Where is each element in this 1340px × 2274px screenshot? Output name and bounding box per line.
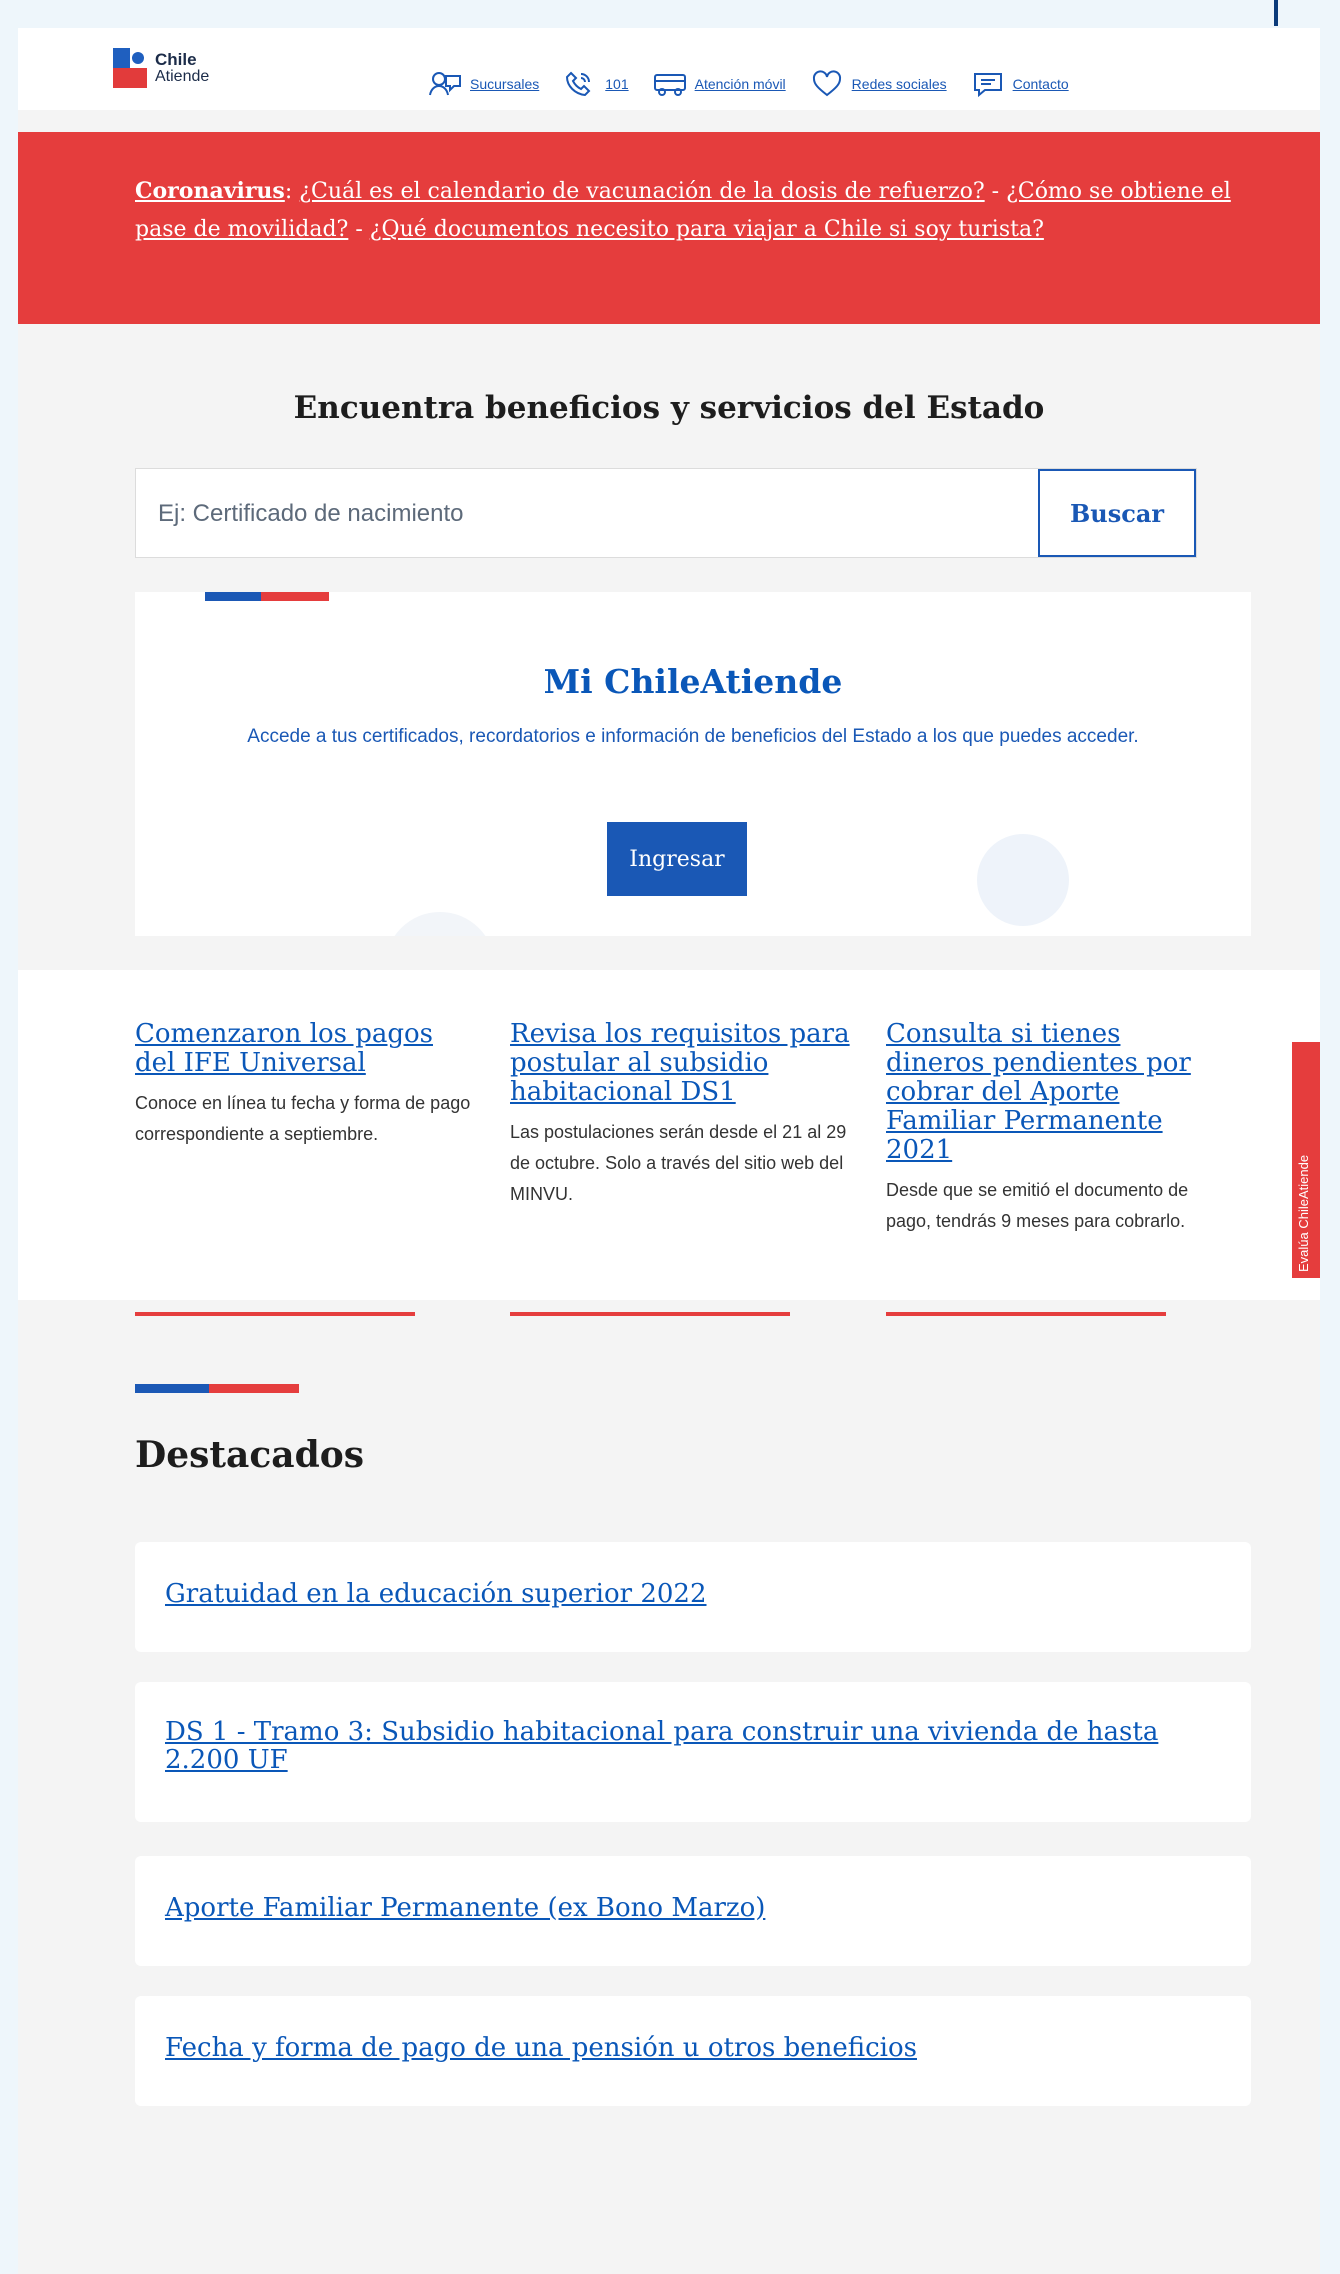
top-strip bbox=[18, 0, 1320, 28]
ingresar-button[interactable]: Ingresar bbox=[607, 822, 747, 896]
alert-colon: : bbox=[284, 179, 300, 204]
site-header: Chile Atiende Sucursales 101 Atención mó… bbox=[18, 0, 1320, 110]
alert-link-vacunacion[interactable]: ¿Cuál es el calendario de vacunación de … bbox=[299, 179, 984, 204]
news-description: Las postulaciones serán desde el 21 al 2… bbox=[510, 1122, 847, 1204]
search-form: Buscar bbox=[135, 468, 1197, 559]
news-description: Conoce en línea tu fecha y forma de pago… bbox=[135, 1093, 471, 1144]
news-item: Comenzaron los pagos del IFE Universal C… bbox=[135, 1020, 475, 1150]
destacado-link[interactable]: DS 1 - Tramo 3: Subsidio habitacional pa… bbox=[165, 1718, 1205, 1774]
alert-text: Coronavirus: ¿Cuál es el calendario de v… bbox=[135, 172, 1275, 249]
nav-item-contacto[interactable]: Contacto bbox=[971, 70, 1069, 98]
flag-accent-bar bbox=[135, 1384, 299, 1393]
news-item: Consulta si tienes dineros pendientes po… bbox=[886, 1020, 1226, 1237]
feedback-tab-label: Evalúa ChileAtiende bbox=[1296, 1154, 1311, 1272]
logo-line-2: Atiende bbox=[155, 68, 210, 85]
destacado-link[interactable]: Gratuidad en la educación superior 2022 bbox=[165, 1580, 1205, 1608]
nav-link-contacto[interactable]: Contacto bbox=[1013, 76, 1069, 92]
logo-line-1: Chile bbox=[155, 50, 197, 69]
news-title[interactable]: Revisa los requisitos para postular al s… bbox=[510, 1020, 870, 1107]
mi-chileatiende-card: Mi ChileAtiende Accede a tus certificado… bbox=[135, 592, 1251, 936]
news-title[interactable]: Consulta si tienes dineros pendientes po… bbox=[886, 1020, 1226, 1165]
search-input[interactable] bbox=[136, 469, 1040, 559]
heart-icon bbox=[812, 70, 841, 97]
phone-icon bbox=[566, 71, 591, 97]
nav-item-redes-sociales[interactable]: Redes sociales bbox=[810, 70, 947, 98]
nav-link-atencion-movil[interactable]: Atención móvil bbox=[695, 76, 786, 92]
news-divider bbox=[135, 1312, 415, 1316]
people-icon bbox=[429, 72, 461, 96]
page: Chile Atiende Sucursales 101 Atención mó… bbox=[18, 0, 1320, 2274]
news-divider bbox=[510, 1312, 790, 1316]
scroll-marker bbox=[1274, 0, 1278, 26]
nav-item-101[interactable]: 101 bbox=[563, 70, 629, 98]
nav-link-sucursales[interactable]: Sucursales bbox=[470, 76, 539, 92]
news-divider bbox=[886, 1312, 1166, 1316]
logo-text: Chile Atiende bbox=[155, 51, 209, 85]
search-heading: Encuentra beneficios y servicios del Est… bbox=[293, 390, 1045, 426]
nav-link-redes-sociales[interactable]: Redes sociales bbox=[852, 76, 947, 92]
news-description: Desde que se emitió el documento de pago… bbox=[886, 1180, 1189, 1231]
mi-chileatiende-title: Mi ChileAtiende bbox=[543, 662, 843, 701]
bus-icon bbox=[653, 74, 686, 96]
destacado-card[interactable]: Gratuidad en la educación superior 2022 bbox=[135, 1542, 1251, 1652]
destacado-card[interactable]: Fecha y forma de pago de una pensión u o… bbox=[135, 1996, 1251, 2106]
news-item: Revisa los requisitos para postular al s… bbox=[510, 1020, 870, 1210]
top-nav: Sucursales 101 Atención móvil Redes soci… bbox=[428, 70, 1093, 98]
search-button[interactable]: Buscar bbox=[1038, 469, 1196, 557]
chat-icon bbox=[973, 73, 1002, 98]
mi-chileatiende-description: Accede a tus certificados, recordatorios… bbox=[247, 726, 1139, 747]
nav-item-atencion-movil[interactable]: Atención móvil bbox=[653, 70, 786, 98]
chileatiende-logo[interactable]: Chile Atiende bbox=[113, 48, 209, 88]
alert-lead[interactable]: Coronavirus bbox=[135, 178, 285, 204]
alert-separator: - bbox=[984, 179, 1007, 204]
nav-item-sucursales[interactable]: Sucursales bbox=[428, 70, 539, 98]
logo-icon bbox=[113, 48, 147, 88]
nav-link-101[interactable]: 101 bbox=[605, 76, 628, 92]
destacado-link[interactable]: Fecha y forma de pago de una pensión u o… bbox=[165, 2034, 1205, 2062]
destacados-heading: Destacados bbox=[135, 1434, 365, 1476]
news-section: Comenzaron los pagos del IFE Universal C… bbox=[18, 970, 1320, 1316]
coronavirus-alert: Coronavirus: ¿Cuál es el calendario de v… bbox=[18, 132, 1320, 324]
decorative-circle bbox=[385, 912, 495, 936]
alert-link-turista[interactable]: ¿Qué documentos necesito para viajar a C… bbox=[370, 217, 1044, 242]
news-title[interactable]: Comenzaron los pagos del IFE Universal bbox=[135, 1020, 475, 1078]
destacado-card[interactable]: Aporte Familiar Permanente (ex Bono Marz… bbox=[135, 1856, 1251, 1966]
feedback-tab[interactable]: Evalúa ChileAtiende bbox=[1292, 1042, 1320, 1278]
destacado-link[interactable]: Aporte Familiar Permanente (ex Bono Marz… bbox=[165, 1894, 1205, 1922]
alert-separator: - bbox=[348, 217, 370, 242]
flag-accent-bar bbox=[205, 592, 329, 601]
destacado-card[interactable]: DS 1 - Tramo 3: Subsidio habitacional pa… bbox=[135, 1682, 1251, 1822]
decorative-circle bbox=[977, 834, 1069, 926]
